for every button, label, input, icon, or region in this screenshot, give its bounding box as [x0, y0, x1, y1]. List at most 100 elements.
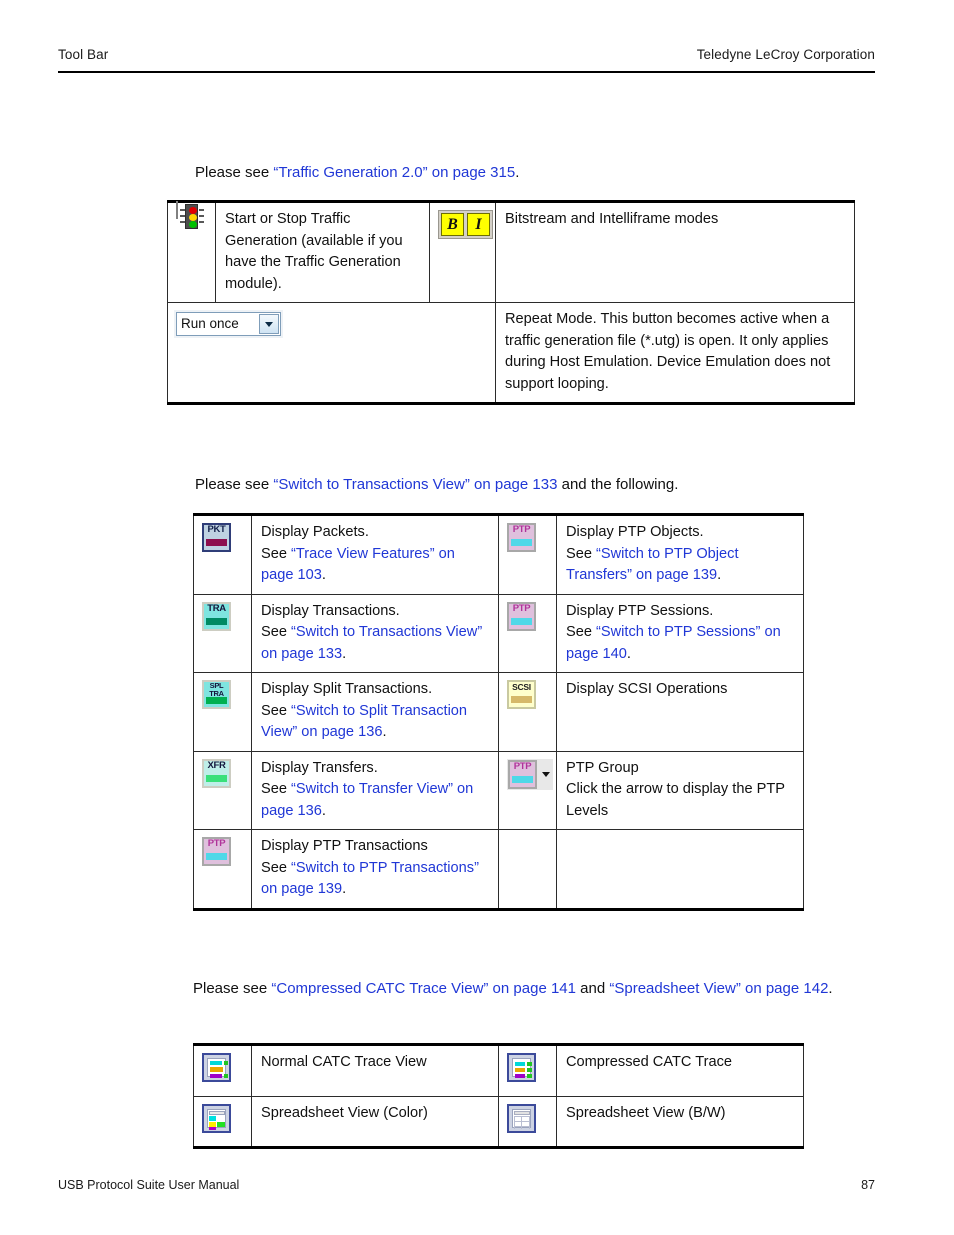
display-ptp-sessions-icon-label: PTP — [512, 602, 531, 614]
bitstream-intelliframe-description-text: Bitstream and Intelliframe modes — [505, 211, 719, 227]
display-ptp-transactions-see-prefix: See — [261, 859, 292, 876]
cell-normal-catc-trace-view-icon — [193, 1043, 252, 1097]
spreadsheet-view-color-icon[interactable] — [202, 1103, 231, 1133]
link-switch-to-split-transaction-view[interactable]: “Switch to Split Transaction View” on pa… — [261, 703, 467, 741]
display-transfers-see-end: . — [321, 802, 326, 819]
display-transactions-icon[interactable]: TRA — [202, 601, 231, 631]
cell-normal-catc-trace-view-label: Normal CATC Trace View — [251, 1043, 499, 1097]
para3-prefix: Please see — [193, 980, 272, 997]
intro-paragraph-traffic-generation: Please see “Traffic Generation 2.0” on p… — [195, 162, 855, 183]
table-row: Run once Repeat Mode. This button become… — [167, 302, 855, 405]
display-ptp-transactions-icon[interactable]: PTP — [202, 837, 231, 866]
header-right-text: Teledyne LeCroy Corporation — [696, 47, 875, 62]
ptp-group-button[interactable]: PTP — [508, 759, 537, 789]
display-transfers-icon[interactable]: XFR — [202, 758, 231, 788]
display-ptp-objects-icon-label: PTP — [512, 524, 531, 535]
display-ptp-transactions-icon-label: PTP — [207, 838, 226, 849]
display-ptp-objects-icon[interactable]: PTP — [507, 523, 536, 552]
cell-empty-2 — [429, 302, 496, 405]
display-split-transactions-icon[interactable]: SPL TRA — [202, 680, 231, 709]
para1-suffix: . — [515, 164, 520, 181]
cell-display-split-transactions-description: Display Split Transactions. See “Switch … — [251, 672, 499, 752]
cell-ptp-group-icon: PTP — [498, 750, 557, 830]
link-switch-to-ptp-sessions[interactable]: “Switch to PTP Sessions” on page 140 — [566, 624, 781, 662]
cell-ptp-group-description: PTP Group Click the arrow to display the… — [556, 750, 804, 830]
cell-display-transfers-description: Display Transfers. See “Switch to Transf… — [251, 750, 499, 830]
run-once-combobox[interactable]: Run once — [176, 312, 281, 336]
table-row: XFR Display Transfers. See “Switch to Tr… — [193, 750, 804, 830]
ptp-group-icon[interactable]: PTP — [507, 758, 553, 790]
traffic-generation-description-text: Start or Stop Traffic Generation (availa… — [225, 211, 403, 292]
cell-display-split-transactions-icon: SPL TRA — [193, 672, 252, 752]
display-packets-see-end: . — [321, 567, 326, 583]
display-transfers-title: Display Transfers. — [261, 759, 378, 776]
compressed-catc-trace-text: Compressed CATC Trace — [566, 1054, 732, 1070]
link-traffic-generation-2-0[interactable]: “Traffic Generation 2.0” on page 315 — [273, 164, 515, 181]
cell-spreadsheet-view-bw-label: Spreadsheet View (B/W) — [556, 1095, 804, 1149]
cell-spreadsheet-view-bw-icon — [498, 1095, 557, 1149]
cell-traffic-light-icon — [167, 200, 216, 303]
cell-traffic-generation-description: Start or Stop Traffic Generation (availa… — [215, 200, 430, 303]
compressed-catc-trace-icon[interactable] — [507, 1053, 536, 1082]
para2-prefix: Please see — [195, 476, 274, 493]
bitstream-intelliframe-icon[interactable]: B I — [438, 210, 493, 239]
document-page: Tool Bar Teledyne LeCroy Corporation Ple… — [0, 0, 954, 1235]
footer-left-text: USB Protocol Suite User Manual — [58, 1178, 240, 1192]
para3-mid: and — [575, 980, 610, 997]
chevron-down-icon — [265, 321, 273, 327]
link-switch-to-transfer-view[interactable]: “Switch to Transfer View” on page 136 — [261, 781, 473, 819]
link-switch-to-ptp-transactions[interactable]: “Switch to PTP Transactions” on page 139 — [261, 860, 479, 898]
spreadsheet-view-color-text: Spreadsheet View (Color) — [261, 1104, 428, 1121]
spreadsheet-view-bw-icon[interactable] — [507, 1103, 536, 1133]
link-trace-view-features[interactable]: “Trace View Features” on page 103 — [261, 546, 455, 584]
display-ptp-sessions-icon[interactable]: PTP — [507, 601, 536, 631]
chevron-down-icon[interactable] — [542, 771, 550, 777]
link-spreadsheet-view[interactable]: “Spreadsheet View” on page 142 — [609, 980, 828, 997]
normal-catc-trace-view-icon[interactable] — [202, 1053, 231, 1082]
cell-display-transactions-description: Display Transactions. See “Switch to Tra… — [251, 593, 499, 673]
display-transactions-icon-label: TRA — [207, 602, 226, 614]
display-packets-icon-label: PKT — [207, 524, 226, 535]
display-transfers-icon-label: XFR — [207, 759, 226, 771]
run-once-combobox-arrow-button[interactable] — [259, 314, 279, 334]
display-split-transactions-title: Display Split Transactions. — [261, 681, 433, 697]
cell-display-ptp-sessions-description: Display PTP Sessions. See “Switch to PTP… — [556, 593, 804, 673]
display-split-transactions-see-end: . — [382, 724, 387, 740]
spreadsheet-view-bw-text: Spreadsheet View (B/W) — [566, 1104, 726, 1121]
view-toolbar-table: PKT Display Packets. See “Trace View Fea… — [193, 513, 804, 911]
para1-prefix: Please see — [195, 164, 274, 181]
display-scsi-operations-title: Display SCSI Operations — [566, 681, 728, 697]
intro-paragraph-catc-trace-view: Please see “Compressed CATC Trace View” … — [193, 978, 838, 999]
cell-empty-4 — [556, 829, 804, 911]
table-row: Spreadsheet View (Color) Spreadsheet Vie… — [193, 1095, 804, 1149]
display-ptp-transactions-see-end: . — [342, 881, 347, 897]
page-footer: USB Protocol Suite User Manual 87 — [58, 1178, 875, 1192]
cell-bitstream-intelliframe-icon: B I — [429, 200, 496, 303]
display-scsi-operations-icon-label: SCSI — [512, 682, 531, 692]
display-ptp-objects-see-end: . — [717, 567, 722, 583]
table-row: PKT Display Packets. See “Trace View Fea… — [193, 513, 804, 595]
link-compressed-catc-trace-view[interactable]: “Compressed CATC Trace View” on page 141 — [271, 980, 576, 997]
cell-spreadsheet-view-color-label: Spreadsheet View (Color) — [251, 1095, 499, 1149]
run-once-combobox-value: Run once — [181, 316, 239, 332]
table-row: SPL TRA Display Split Transactions. See … — [193, 672, 804, 752]
cell-compressed-catc-trace-label: Compressed CATC Trace — [556, 1043, 804, 1097]
bitstream-mode-button[interactable]: B — [441, 213, 464, 236]
link-switch-to-transactions-view[interactable]: “Switch to Transactions View” on page 13… — [273, 476, 557, 493]
header-rule — [58, 71, 875, 73]
display-ptp-sessions-title: Display PTP Sessions. — [566, 602, 714, 619]
display-split-transactions-icon-label: SPL TRA — [209, 681, 224, 698]
display-ptp-transactions-title: Display PTP Transactions — [261, 838, 428, 854]
display-packets-icon[interactable]: PKT — [202, 523, 231, 552]
ptp-group-subtitle: Click the arrow to display the PTP Level… — [566, 781, 785, 819]
link-switch-to-transactions-view-cell[interactable]: “Switch to Transactions View” on page 13… — [261, 624, 482, 662]
cell-display-scsi-operations-description: Display SCSI Operations — [556, 672, 804, 752]
normal-catc-trace-view-text: Normal CATC Trace View — [261, 1054, 427, 1070]
intelliframe-mode-button[interactable]: I — [467, 213, 490, 236]
cell-display-packets-description: Display Packets. See “Trace View Feature… — [251, 513, 499, 595]
table-row: Start or Stop Traffic Generation (availa… — [167, 200, 855, 303]
display-scsi-operations-icon[interactable]: SCSI — [507, 680, 536, 709]
cell-display-transfers-icon: XFR — [193, 750, 252, 830]
cell-display-ptp-objects-icon: PTP — [498, 513, 557, 595]
cell-display-scsi-operations-icon: SCSI — [498, 672, 557, 752]
